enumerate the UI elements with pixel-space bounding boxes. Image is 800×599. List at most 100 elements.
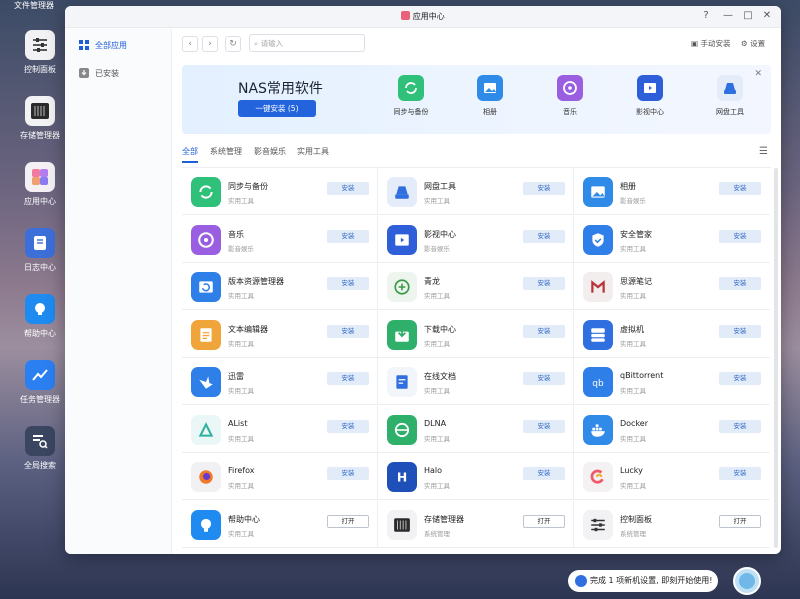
app-card[interactable]: 控制面板 系统管理 打开 bbox=[574, 501, 770, 548]
app-card[interactable]: 迅雷 实用工具 安装 bbox=[182, 358, 378, 405]
help-icon[interactable]: ? bbox=[699, 10, 713, 21]
window-title: 应用中心 bbox=[412, 12, 445, 21]
manual-install-button[interactable]: ▣ 手动安装 bbox=[691, 38, 730, 49]
app-category: 实用工具 bbox=[424, 387, 450, 395]
open-button[interactable]: 打开 bbox=[327, 514, 369, 528]
app-card[interactable]: 同步与备份 实用工具 安装 bbox=[182, 168, 378, 215]
desktop-icon-label: 全局搜索 bbox=[24, 461, 56, 470]
install-button[interactable]: 安装 bbox=[523, 372, 565, 385]
close-icon[interactable]: ✕ bbox=[760, 10, 774, 21]
app-card[interactable]: 安全管家 实用工具 安装 bbox=[574, 216, 770, 263]
install-button[interactable]: 安装 bbox=[719, 324, 761, 338]
banner-close-icon[interactable]: ✕ bbox=[754, 69, 762, 79]
open-button[interactable]: 打开 bbox=[523, 514, 565, 528]
task-manager-icon bbox=[25, 360, 55, 390]
app-card[interactable]: 版本资源管理器 实用工具 安装 bbox=[182, 263, 378, 310]
install-button[interactable]: 安装 bbox=[523, 229, 565, 243]
banner-app-sync-backup[interactable]: 同步与备份 bbox=[386, 75, 436, 117]
install-button[interactable]: 安装 bbox=[719, 182, 761, 195]
app-card[interactable]: Firefox 实用工具 安装 bbox=[182, 453, 378, 500]
maximize-icon[interactable]: □ bbox=[741, 10, 755, 21]
install-button[interactable]: 安装 bbox=[719, 467, 761, 480]
app-card[interactable]: 相册 影音娱乐 安装 bbox=[574, 168, 770, 215]
desktop-help-center[interactable]: 帮助中心 bbox=[8, 294, 72, 339]
banner-app-music[interactable]: 音乐 bbox=[545, 75, 595, 117]
desktop-control-panel[interactable]: 控制面板 bbox=[8, 30, 72, 75]
install-button[interactable]: 安装 bbox=[719, 277, 761, 290]
install-button[interactable]: 安装 bbox=[327, 182, 369, 195]
global-search-icon bbox=[25, 426, 55, 456]
sync-backup-icon bbox=[398, 75, 424, 101]
install-button[interactable]: 安装 bbox=[327, 419, 369, 433]
app-card[interactable]: 音乐 影音娱乐 安装 bbox=[182, 215, 378, 263]
install-button[interactable]: 安装 bbox=[327, 229, 369, 243]
scrollbar[interactable] bbox=[774, 168, 778, 548]
app-card[interactable]: 思源笔记 实用工具 安装 bbox=[574, 263, 770, 310]
desktop-task-manager[interactable]: 任务管理器 bbox=[8, 360, 72, 405]
app-card[interactable]: 青龙 实用工具 安装 bbox=[378, 263, 574, 310]
app-card[interactable]: AList 实用工具 安装 bbox=[182, 405, 378, 453]
one-click-install-button[interactable]: 一键安装 (5) bbox=[238, 100, 316, 117]
storage-manager-icon bbox=[25, 96, 55, 126]
app-card[interactable]: 影视中心 影音娱乐 安装 bbox=[378, 215, 574, 263]
halo-icon: H bbox=[387, 462, 417, 492]
install-button[interactable]: 安装 bbox=[523, 419, 565, 433]
install-button[interactable]: 安装 bbox=[719, 229, 761, 243]
install-button[interactable]: 安装 bbox=[327, 467, 369, 480]
forward-button[interactable]: › bbox=[202, 36, 218, 52]
banner-app-cloud-drive[interactable]: 网盘工具 bbox=[705, 75, 755, 117]
setup-notification[interactable]: 完成 1 项新机设置, 即刻开始使用! bbox=[568, 570, 718, 592]
install-button[interactable]: 安装 bbox=[719, 372, 761, 385]
search-icon: ⌕ bbox=[254, 39, 261, 48]
app-card[interactable]: 帮助中心 实用工具 打开 bbox=[182, 500, 378, 548]
desktop-storage-manager[interactable]: 存储管理器 bbox=[8, 96, 72, 141]
install-button[interactable]: 安装 bbox=[719, 419, 761, 433]
log-center-icon bbox=[25, 228, 55, 258]
tab-all[interactable]: 全部 bbox=[182, 146, 198, 163]
settings-button[interactable]: ⚙ 设置 bbox=[741, 38, 765, 49]
app-center-window: 应用中心 ? — □ ✕ 全部应用 已安装 ‹ › ↻ ⌕ 请输入 ▣ 手动安装… bbox=[65, 6, 781, 554]
sidebar-item-installed[interactable]: 已安装 bbox=[65, 60, 171, 86]
desktop-file-manager-label[interactable]: 文件管理器 bbox=[14, 0, 54, 11]
app-card[interactable]: 存储管理器 系统管理 打开 bbox=[378, 500, 574, 548]
install-button[interactable]: 安装 bbox=[523, 182, 565, 195]
app-name: 音乐 bbox=[228, 229, 244, 239]
app-name: 影视中心 bbox=[424, 229, 456, 239]
back-button[interactable]: ‹ bbox=[182, 36, 198, 52]
desktop-global-search[interactable]: 全局搜索 bbox=[8, 426, 72, 471]
desktop-app-center[interactable]: 应用中心 bbox=[8, 162, 72, 207]
app-name: 下载中心 bbox=[424, 324, 456, 334]
app-category: 系统管理 bbox=[620, 529, 646, 538]
open-button[interactable]: 打开 bbox=[719, 514, 761, 528]
app-card[interactable]: 网盘工具 实用工具 安装 bbox=[378, 168, 574, 215]
app-card[interactable]: 虚拟机 实用工具 安装 bbox=[574, 311, 770, 358]
sort-filter-icon[interactable]: ☰ bbox=[759, 146, 768, 157]
app-card[interactable]: H Halo 实用工具 安装 bbox=[378, 453, 574, 500]
install-button[interactable]: 安装 bbox=[523, 277, 565, 290]
install-button[interactable]: 安装 bbox=[327, 372, 369, 385]
install-button[interactable]: 安装 bbox=[327, 277, 369, 290]
app-card[interactable]: DLNA 实用工具 安装 bbox=[378, 405, 574, 453]
app-card[interactable]: 下载中心 实用工具 安装 bbox=[378, 310, 574, 358]
desktop-log-center[interactable]: 日志中心 bbox=[8, 228, 72, 273]
search-input[interactable]: ⌕ 请输入 bbox=[249, 34, 365, 52]
tab-system[interactable]: 系统管理 bbox=[210, 146, 242, 157]
app-card[interactable]: 在线文档 实用工具 安装 bbox=[378, 358, 574, 405]
install-button[interactable]: 安装 bbox=[523, 467, 565, 480]
app-card[interactable]: Docker 实用工具 安装 bbox=[574, 406, 770, 453]
tab-media[interactable]: 影音娱乐 bbox=[254, 146, 286, 157]
app-card[interactable]: 文本编辑器 实用工具 安装 bbox=[182, 310, 378, 358]
app-category: 实用工具 bbox=[424, 197, 450, 205]
sidebar-item-all-apps[interactable]: 全部应用 bbox=[65, 32, 171, 58]
banner-app-photos[interactable]: 相册 bbox=[465, 75, 515, 117]
banner-app-video-center[interactable]: 影视中心 bbox=[625, 75, 675, 117]
app-card[interactable]: Lucky 实用工具 安装 bbox=[574, 453, 770, 500]
app-card[interactable]: qb qBittorrent 实用工具 安装 bbox=[574, 358, 770, 405]
install-button[interactable]: 安装 bbox=[327, 324, 369, 338]
tab-tools[interactable]: 实用工具 bbox=[297, 146, 329, 157]
title-bar[interactable]: 应用中心 ? — □ ✕ bbox=[65, 6, 781, 28]
refresh-button[interactable]: ↻ bbox=[225, 36, 241, 52]
app-center-logo-icon bbox=[401, 11, 411, 22]
minimize-icon[interactable]: — bbox=[721, 10, 735, 21]
install-button[interactable]: 安装 bbox=[523, 324, 565, 338]
